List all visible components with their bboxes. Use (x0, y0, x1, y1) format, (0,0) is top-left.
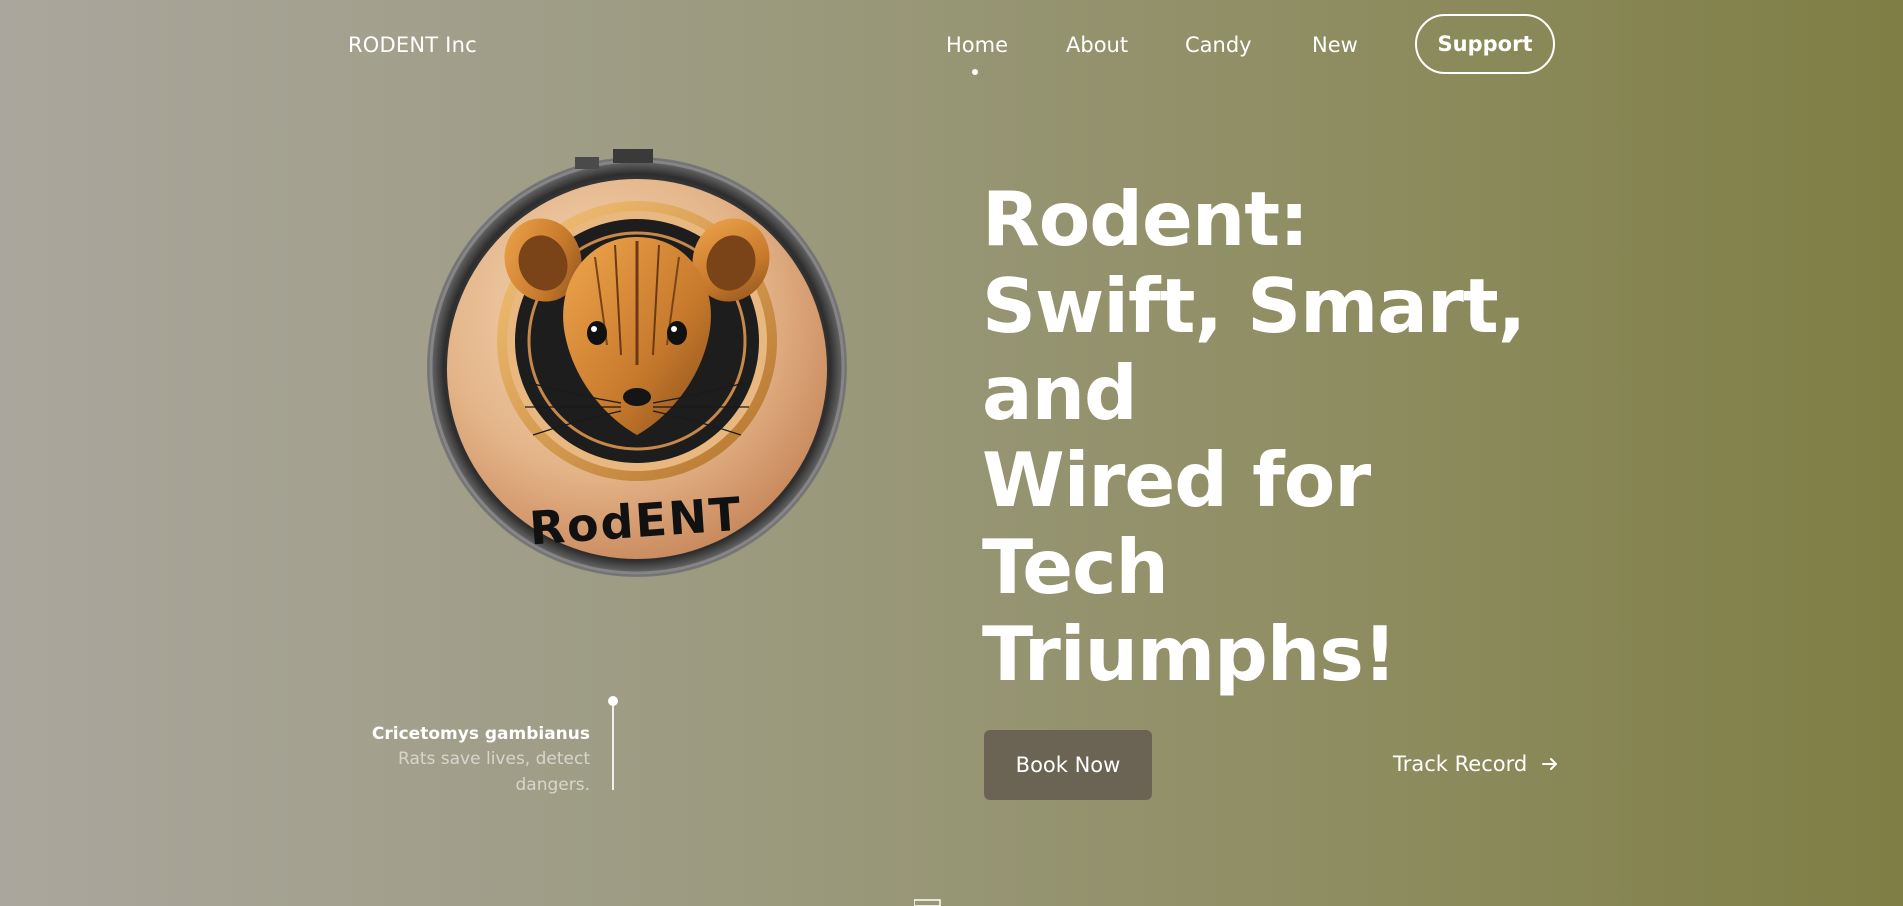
species-caption: Cricetomys gambianus Rats save lives, de… (360, 722, 590, 798)
book-now-button[interactable]: Book Now (984, 730, 1152, 800)
caption-marker-line (612, 703, 614, 790)
headline-line: Swift, Smart, (982, 262, 1526, 350)
rodent-badge-logo: RodENT (425, 145, 850, 585)
nav-item-candy[interactable]: Candy (1185, 33, 1252, 57)
caption-text: Rats save lives, detect dangers. (398, 749, 590, 795)
hero-headline: Rodent: Swift, Smart, and Wired for Tech… (982, 175, 1526, 698)
nav-item-home[interactable]: Home (946, 33, 1008, 57)
nav-item-about[interactable]: About (1066, 33, 1128, 57)
active-nav-indicator (972, 69, 978, 75)
headline-line: Wired for (982, 436, 1371, 524)
scroll-hint-icon (914, 899, 941, 906)
support-button[interactable]: Support (1415, 14, 1555, 74)
track-record-link[interactable]: Track Record (1393, 752, 1559, 776)
headline-line: Tech (982, 523, 1169, 611)
caption-title: Cricetomys gambianus (371, 724, 590, 744)
headline-line: and (982, 349, 1138, 437)
arrow-right-icon (1542, 758, 1558, 770)
rodent-badge-icon: RodENT (427, 149, 847, 577)
brand-logo-text[interactable]: RODENT Inc (348, 33, 477, 57)
headline-line: Rodent: (982, 175, 1309, 263)
nav-item-new[interactable]: New (1312, 33, 1358, 57)
track-record-label: Track Record (1393, 752, 1528, 776)
headline-line: Triumphs! (982, 610, 1397, 698)
